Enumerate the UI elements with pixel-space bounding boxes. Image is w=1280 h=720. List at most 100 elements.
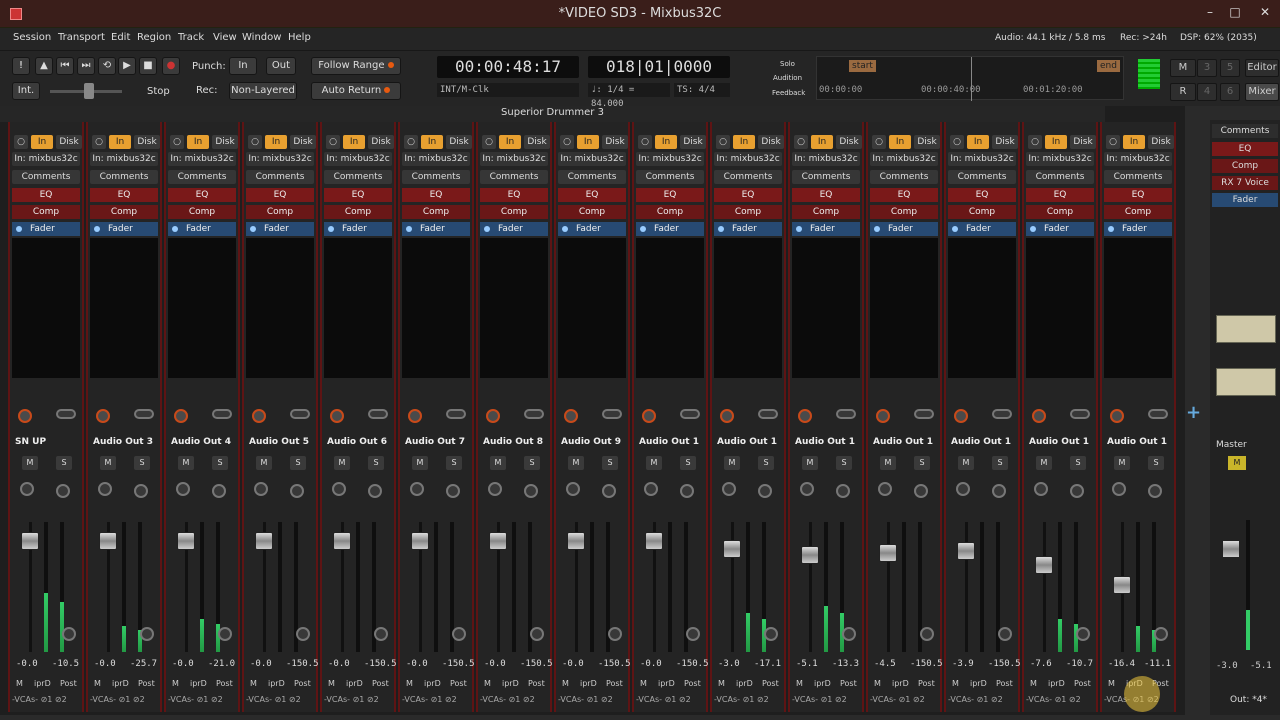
fader-handle[interactable] (21, 532, 39, 550)
bus-send-toggle[interactable] (368, 409, 388, 419)
solo-button[interactable]: S (134, 456, 150, 470)
m-button[interactable]: M (796, 678, 803, 690)
bus-send-toggle[interactable] (914, 409, 934, 419)
monitor-in-button[interactable]: In (577, 135, 599, 149)
post-button[interactable]: Post (684, 678, 701, 690)
track-name[interactable]: Audio Out 4 (168, 437, 238, 449)
pan-knob[interactable] (878, 482, 892, 496)
solo-button[interactable]: S (914, 456, 930, 470)
stop-button[interactable]: ■ (139, 57, 157, 75)
rec-arm-icon[interactable]: ○ (404, 135, 418, 149)
bus-send-toggle[interactable] (290, 409, 310, 419)
post-button[interactable]: Post (1074, 678, 1091, 690)
fader-plugin[interactable]: Fader (948, 222, 1016, 236)
comp-plugin[interactable]: Comp (168, 205, 236, 219)
fader-handle[interactable] (99, 532, 117, 550)
comments-button[interactable]: Comments (168, 170, 236, 184)
post-button[interactable]: Post (216, 678, 233, 690)
pan-knob[interactable] (566, 482, 580, 496)
mute-button[interactable]: M (880, 456, 896, 470)
monitor-disk-button[interactable]: Disk (134, 135, 160, 149)
master-comments-button[interactable]: Comments (1212, 124, 1278, 138)
m-button[interactable]: M (250, 678, 257, 690)
gain-value[interactable]: -16.4 (1108, 659, 1135, 669)
mute-button[interactable]: M (256, 456, 272, 470)
trim-knob[interactable] (408, 409, 422, 423)
send-knob[interactable] (296, 627, 310, 641)
vca-assign[interactable]: -VCAs- ⊘1 ⊘2 (714, 694, 784, 706)
iprd-button[interactable]: iprD (190, 678, 207, 690)
comments-button[interactable]: Comments (1026, 170, 1094, 184)
bus-send-toggle[interactable] (680, 409, 700, 419)
primary-clock[interactable]: 00:00:48:17 (437, 56, 579, 78)
eq-plugin[interactable]: EQ (246, 188, 314, 202)
monitor-disk-button[interactable]: Disk (836, 135, 862, 149)
track-name[interactable]: Audio Out 1 (792, 437, 862, 449)
solo-button[interactable]: S (1070, 456, 1086, 470)
monitor-disk-button[interactable]: Disk (1070, 135, 1096, 149)
m-button[interactable]: M (1030, 678, 1037, 690)
vca-assign[interactable]: -VCAs- ⊘1 ⊘2 (636, 694, 706, 706)
mini-timeline[interactable]: start end 00:00:00 00:00:40:00 00:01:20:… (816, 56, 1124, 101)
monitor-in-button[interactable]: In (343, 135, 365, 149)
menu-edit[interactable]: Edit (111, 32, 130, 43)
master-m-button[interactable]: M (1228, 456, 1246, 470)
mixer-toggle-m[interactable]: M (1170, 59, 1196, 77)
shuttle-handle[interactable] (84, 83, 94, 99)
fader-handle[interactable] (489, 532, 507, 550)
comp-plugin[interactable]: Comp (870, 205, 938, 219)
mute-button[interactable]: M (568, 456, 584, 470)
send-knob[interactable] (218, 627, 232, 641)
comp-plugin[interactable]: Comp (246, 205, 314, 219)
view-6[interactable]: 6 (1220, 83, 1240, 101)
solo-button[interactable]: S (368, 456, 384, 470)
pan-knob[interactable] (956, 482, 970, 496)
vca-assign[interactable]: -VCAs- ⊘1 ⊘2 (402, 694, 472, 706)
comments-button[interactable]: Comments (792, 170, 860, 184)
comments-button[interactable]: Comments (12, 170, 80, 184)
gain-value[interactable]: -0.0 (328, 659, 350, 669)
master-eq-button[interactable]: EQ (1212, 142, 1278, 156)
post-button[interactable]: Post (840, 678, 857, 690)
trim-knob[interactable] (252, 409, 266, 423)
fader-plugin[interactable]: Fader (168, 222, 236, 236)
send-knob[interactable] (686, 627, 700, 641)
fader-handle[interactable] (879, 544, 897, 562)
master-fader-button[interactable]: Fader (1212, 193, 1278, 207)
pan-knob[interactable] (800, 482, 814, 496)
m-button[interactable]: M (952, 678, 959, 690)
monitor-in-button[interactable]: In (1123, 135, 1145, 149)
menu-region[interactable]: Region (137, 32, 171, 43)
bus-send-toggle[interactable] (836, 409, 856, 419)
comments-button[interactable]: Comments (714, 170, 782, 184)
follow-range-button[interactable]: Follow Range (311, 57, 401, 75)
post-button[interactable]: Post (372, 678, 389, 690)
fader-plugin[interactable]: Fader (1026, 222, 1094, 236)
input-button[interactable]: In: mixbus32c (402, 152, 470, 166)
comments-button[interactable]: Comments (480, 170, 548, 184)
close-button[interactable]: ✕ (1255, 4, 1275, 20)
comp-knob[interactable] (446, 484, 460, 498)
pan-knob[interactable] (1034, 482, 1048, 496)
m-button[interactable]: M (328, 678, 335, 690)
send-knob[interactable] (1076, 627, 1090, 641)
input-button[interactable]: In: mixbus32c (324, 152, 392, 166)
comp-knob[interactable] (1148, 484, 1162, 498)
bus-send-toggle[interactable] (758, 409, 778, 419)
bus-send-toggle[interactable] (524, 409, 544, 419)
pan-knob[interactable] (722, 482, 736, 496)
comp-plugin[interactable]: Comp (402, 205, 470, 219)
send-knob[interactable] (842, 627, 856, 641)
monitor-disk-button[interactable]: Disk (212, 135, 238, 149)
comments-button[interactable]: Comments (246, 170, 314, 184)
gain-value[interactable]: -0.0 (484, 659, 506, 669)
m-button[interactable]: M (406, 678, 413, 690)
play-button[interactable]: ▶ (118, 57, 136, 75)
solo-indicator[interactable]: Solo (780, 60, 795, 68)
comments-button[interactable]: Comments (402, 170, 470, 184)
track-name[interactable]: Audio Out 3 (90, 437, 160, 449)
master-fader-handle[interactable] (1222, 540, 1240, 558)
pan-knob[interactable] (644, 482, 658, 496)
mute-button[interactable]: M (724, 456, 740, 470)
send-knob[interactable] (140, 627, 154, 641)
